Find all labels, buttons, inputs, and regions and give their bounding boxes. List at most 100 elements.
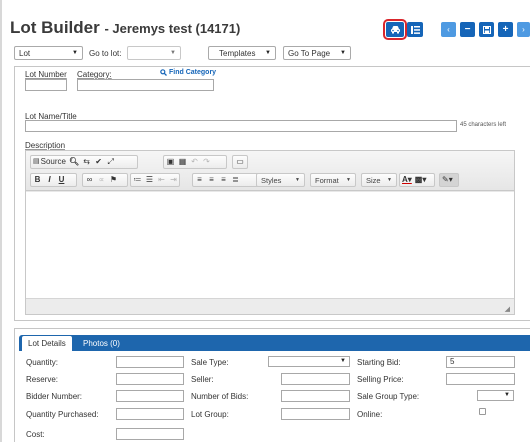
- online-checkbox[interactable]: [479, 408, 486, 415]
- text-color-icon[interactable]: A▾: [402, 174, 412, 186]
- align-left-icon[interactable]: ≡: [195, 174, 204, 186]
- save-icon: [482, 25, 491, 34]
- quantity-label: Quantity:: [26, 358, 59, 367]
- image-icon[interactable]: ▭: [236, 156, 245, 168]
- description-editor: ▤ Source 🔍︎ ⇆ ✔ ⤢ ▣ ▦ ↶ ↷ ▭ B I U ∞ ∝ ⚑: [25, 150, 515, 315]
- size-dropdown-label: Size: [366, 175, 381, 185]
- reserve-input[interactable]: [116, 373, 184, 385]
- spellcheck-icon[interactable]: ✔: [94, 156, 103, 168]
- save-lot-button[interactable]: [479, 22, 494, 37]
- quantity-input[interactable]: [116, 356, 184, 368]
- starting-bid-input[interactable]: 5: [446, 356, 515, 368]
- paste-icon[interactable]: ▣: [166, 156, 175, 168]
- delete-lot-button[interactable]: −: [460, 22, 475, 37]
- starting-bid-label: Starting Bid:: [357, 358, 401, 367]
- page-subtitle: - Jeremys test (14171): [104, 21, 241, 36]
- dropdown-arrow-icon: ▼: [265, 50, 271, 56]
- chevron-right-icon: ›: [522, 25, 525, 34]
- find-icon[interactable]: 🔍︎: [69, 156, 79, 168]
- bidder-number-input[interactable]: [116, 390, 184, 402]
- align-right-icon[interactable]: ≡: [219, 174, 228, 186]
- lot-group-input[interactable]: [281, 408, 350, 420]
- quantity-purchased-input[interactable]: [116, 408, 184, 420]
- format-dropdown[interactable]: Format ▼: [310, 173, 356, 187]
- category-input[interactable]: [77, 79, 214, 91]
- anchor-flag-icon[interactable]: ⚑: [109, 174, 118, 186]
- description-text-area[interactable]: [26, 192, 514, 299]
- templates-select-value: Templates: [219, 48, 256, 58]
- selling-price-input[interactable]: [446, 373, 515, 385]
- align-justify-icon[interactable]: ≣: [231, 174, 240, 186]
- characters-left-counter: 45 characters left: [460, 122, 507, 128]
- undo-icon[interactable]: ↶: [190, 156, 199, 168]
- format-dropdown-label: Format: [315, 175, 339, 185]
- styles-dropdown[interactable]: Styles ▼: [256, 173, 305, 187]
- quantity-purchased-label: Quantity Purchased:: [26, 410, 99, 419]
- lot-name-input[interactable]: [25, 120, 457, 132]
- underline-icon[interactable]: U: [57, 174, 66, 186]
- car-icon: [390, 26, 400, 34]
- editor-toolbar-group-links: ∞ ∝ ⚑: [82, 173, 128, 187]
- editor-toolbar-group-clipboard: ▣ ▦ ↶ ↷: [163, 155, 227, 169]
- numbered-list-icon[interactable]: ≔: [133, 174, 142, 186]
- resize-handle-icon[interactable]: ◢: [505, 305, 510, 313]
- dropdown-arrow-icon: ▼: [504, 392, 510, 398]
- replace-icon[interactable]: ⇆: [82, 156, 91, 168]
- plus-icon: +: [502, 24, 509, 35]
- dropdown-arrow-icon: ▼: [346, 177, 351, 183]
- tab-photos[interactable]: Photos (0): [77, 336, 126, 351]
- tab-lot-details-label: Lot Details: [28, 339, 66, 348]
- left-border: [0, 0, 2, 442]
- go-to-page-select[interactable]: Go To Page ▼: [283, 46, 351, 60]
- tab-lot-details[interactable]: Lot Details: [22, 336, 72, 351]
- outdent-icon[interactable]: ⇤: [157, 174, 166, 186]
- chevron-left-icon: ‹: [447, 25, 450, 34]
- page-title: Lot Builder - Jeremys test (14171): [10, 18, 240, 38]
- source-button[interactable]: ▤ Source: [33, 156, 66, 168]
- italic-icon[interactable]: I: [45, 174, 54, 186]
- align-center-icon[interactable]: ≡: [207, 174, 216, 186]
- bulleted-list-icon[interactable]: ☰: [145, 174, 154, 186]
- lot-group-label: Lot Group:: [191, 410, 229, 419]
- number-of-bids-input[interactable]: [281, 390, 350, 402]
- paste-text-icon[interactable]: ▦: [178, 156, 187, 168]
- templates-select[interactable]: Templates ▼: [208, 46, 276, 60]
- dropdown-arrow-icon: ▼: [340, 358, 346, 364]
- find-category-link[interactable]: Find Category: [160, 69, 216, 76]
- editor-toolbar-group-spellcheck: ✎▾: [439, 173, 459, 187]
- unlink-icon[interactable]: ∝: [97, 174, 106, 186]
- sale-group-type-select[interactable]: ▼: [477, 390, 514, 401]
- lot-details-panel: Lot Details Photos (0) Quantity: Reserve…: [14, 328, 530, 442]
- go-to-lot-select[interactable]: ▼: [127, 46, 181, 60]
- editor-toolbar-group-source: ▤ Source 🔍︎ ⇆ ✔ ⤢: [30, 155, 138, 169]
- seller-input[interactable]: [281, 373, 350, 385]
- cost-input[interactable]: [116, 428, 184, 440]
- next-lot-button[interactable]: ›: [517, 22, 530, 37]
- find-category-text: Find Category: [169, 69, 217, 76]
- spellcheck-as-you-type-icon[interactable]: ✎▾: [442, 174, 453, 186]
- editor-toolbar-group-lists: ≔ ☰ ⇤ ⇥: [130, 173, 180, 187]
- description-label: Description: [25, 141, 66, 150]
- document-icon: ▤: [33, 158, 40, 165]
- editor-toolbar-group-basic: B I U: [30, 173, 77, 187]
- list-icon: [410, 25, 420, 34]
- online-label: Online:: [357, 410, 383, 419]
- maximize-icon[interactable]: ⤢: [106, 156, 115, 168]
- size-dropdown[interactable]: Size ▼: [361, 173, 397, 187]
- link-icon[interactable]: ∞: [85, 174, 94, 186]
- lot-select[interactable]: Lot ▼: [14, 46, 83, 60]
- redo-icon[interactable]: ↷: [202, 156, 211, 168]
- minus-icon: −: [464, 24, 471, 35]
- add-lot-button[interactable]: +: [498, 22, 513, 37]
- bold-icon[interactable]: B: [33, 174, 42, 186]
- list-view-button[interactable]: [407, 22, 423, 37]
- background-color-icon[interactable]: ▩▾: [415, 174, 427, 186]
- previous-lot-button[interactable]: ‹: [441, 22, 456, 37]
- dropdown-arrow-icon: ▼: [72, 50, 78, 56]
- sale-type-select[interactable]: ▼: [268, 356, 350, 367]
- lot-number-input[interactable]: [25, 79, 67, 91]
- indent-icon[interactable]: ⇥: [169, 174, 178, 186]
- cost-label: Cost:: [26, 430, 45, 439]
- vehicle-button[interactable]: [383, 19, 407, 40]
- source-button-label: Source: [40, 157, 66, 166]
